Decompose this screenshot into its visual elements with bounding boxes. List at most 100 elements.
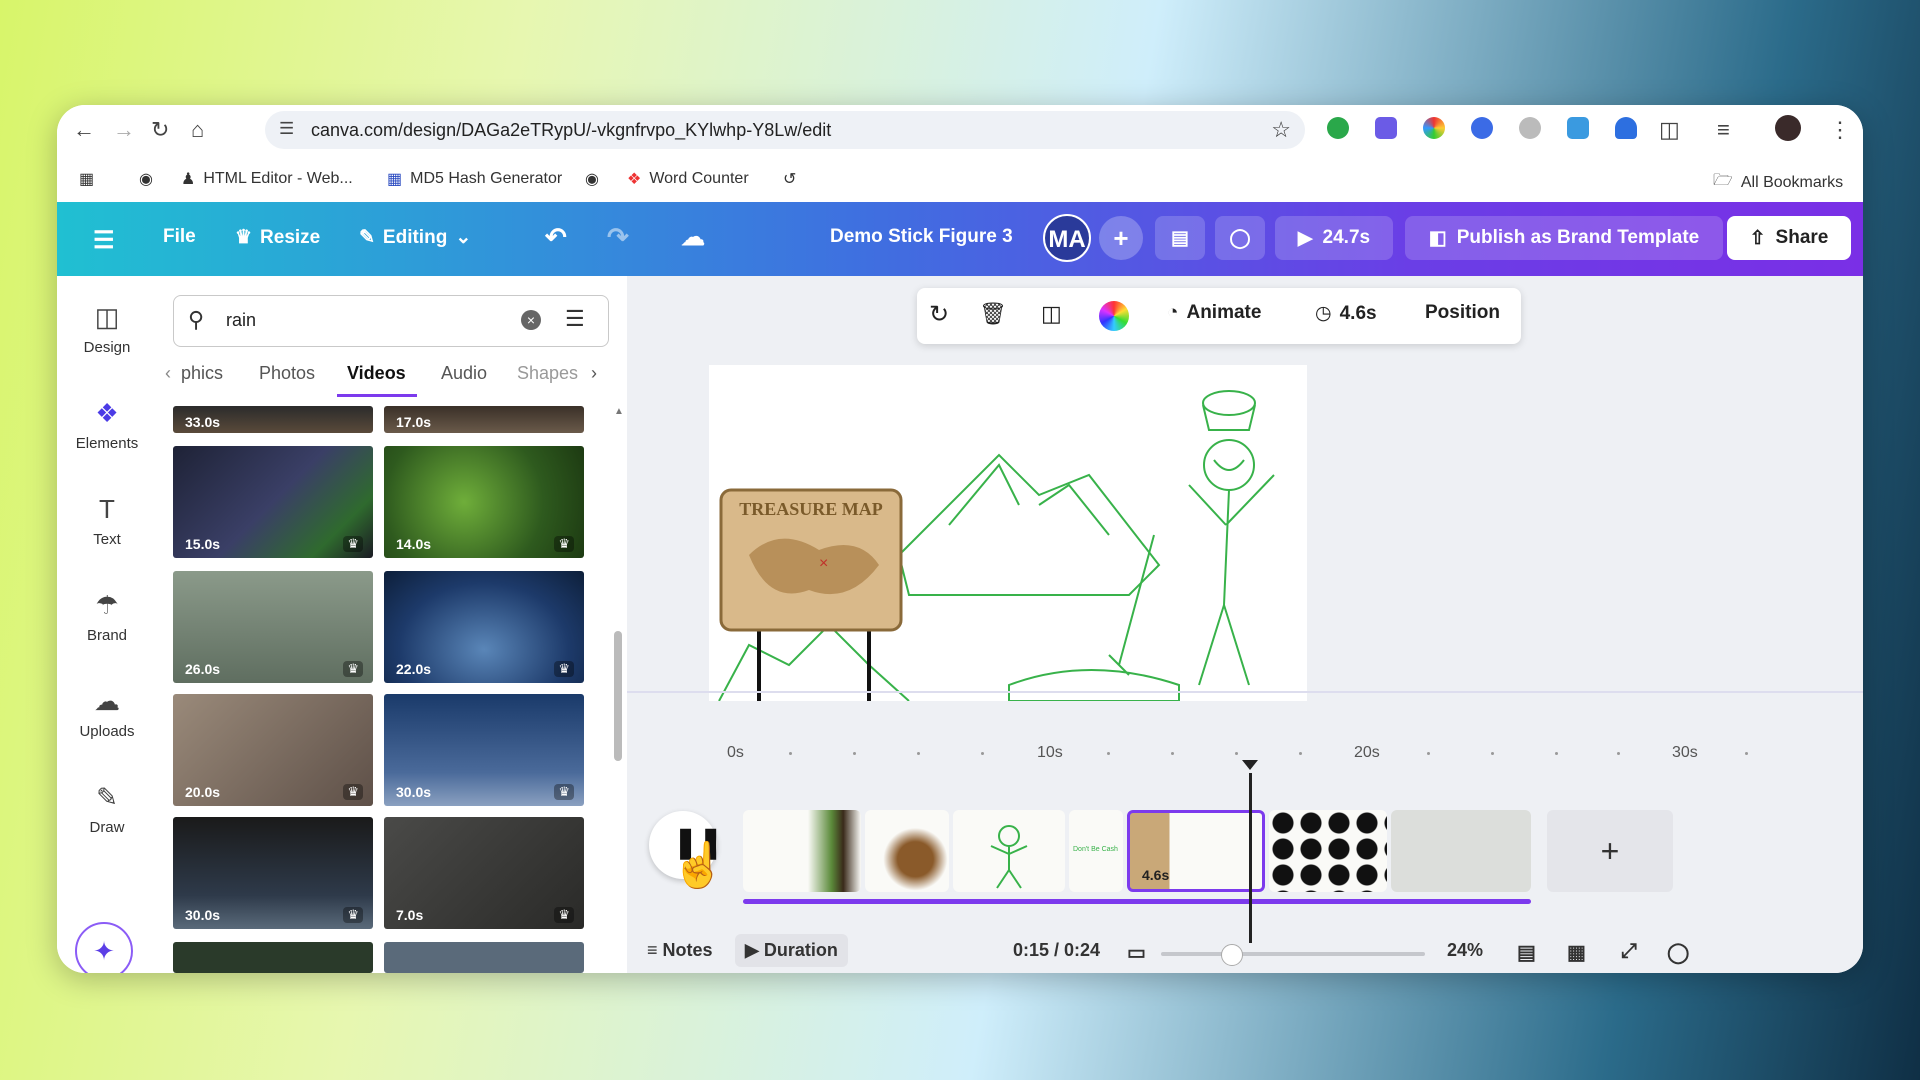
replace-icon[interactable]: ↻ [929,300,949,329]
duration-button[interactable]: ◷ 4.6s [1315,302,1377,325]
tab-shapes[interactable]: Shapes [517,363,578,384]
clear-search-icon[interactable]: × [521,310,541,330]
screen-icon[interactable]: ▭ [1127,940,1146,965]
site-settings-icon[interactable]: ☰ [279,119,294,139]
pages-view-icon[interactable]: ▤ [1517,940,1536,965]
map-extension-icon[interactable] [1567,117,1589,139]
search-field[interactable]: ⚲ rain × ☰ [173,295,609,347]
tabs-right-chevron-icon[interactable]: › [591,363,597,384]
grammarly-extension-icon[interactable] [1327,117,1349,139]
tab-videos[interactable]: Videos [347,363,406,384]
fullscreen-icon[interactable]: ⤢ [1621,940,1637,963]
editing-dropdown[interactable]: ✎ Editing ⌄ [359,226,471,249]
zoom-slider-thumb[interactable] [1221,944,1243,966]
playhead-handle[interactable] [1242,760,1258,770]
scroll-up-icon[interactable]: ▲ [614,406,624,417]
tab-graphics[interactable]: phics [181,363,223,384]
apps-grid-icon[interactable]: ▦ [79,169,94,189]
video-thumbnail[interactable]: 30.0s ♛ [384,694,584,806]
video-thumbnail[interactable] [384,942,584,973]
add-page-button[interactable]: + [1547,810,1673,892]
video-thumbnail[interactable]: 14.0s ♛ [384,446,584,558]
design-title[interactable]: Demo Stick Figure 3 [830,226,1013,248]
timeline-clip[interactable] [743,810,861,892]
duration-toggle[interactable]: ▶ Duration [735,934,848,967]
hamburger-menu-icon[interactable]: ☰ [93,226,115,255]
grid-view-icon[interactable]: ▦ [1567,940,1586,965]
puzzle-extension-icon[interactable] [1615,117,1637,139]
home-icon[interactable]: ⌂ [191,117,204,143]
animate-button[interactable]: ◔ Animate [1167,302,1261,324]
resize-button[interactable]: ♛ Resize [235,226,320,249]
history-icon[interactable]: ↺ [783,169,796,189]
share-button[interactable]: ⇧ Share [1727,216,1851,260]
profile-avatar[interactable] [1775,115,1801,141]
comments-button[interactable]: ◯ [1215,216,1265,260]
publish-brand-template-button[interactable]: ◧ Publish as Brand Template [1405,216,1723,260]
globe-bookmark-icon[interactable]: ◉ [585,169,599,189]
rail-item-brand[interactable]: ☂ Brand [57,590,157,644]
cloud-saved-icon[interactable]: ☁ [681,223,705,252]
rail-item-uploads[interactable]: ☁ Uploads [57,686,157,740]
trash-icon[interactable]: 🗑 [979,301,1007,327]
zoom-level[interactable]: 24% [1447,940,1483,961]
forward-icon[interactable]: → [113,117,135,143]
rail-item-text[interactable]: T Text [57,494,157,548]
address-bar[interactable]: ☰ canva.com/design/DAGa2eTRypU/-vkgnfrvp… [265,111,1305,149]
tab-audio[interactable]: Audio [441,363,487,384]
position-button[interactable]: Position [1425,302,1500,324]
color-extension-icon[interactable] [1423,117,1445,139]
timeline-clip[interactable]: Don't Be Cash [1069,810,1123,892]
insights-button[interactable]: ▤ [1155,216,1205,260]
more-menu-icon[interactable]: ⋮ [1829,117,1851,143]
tabs-left-chevron-icon[interactable]: ‹ [165,363,171,384]
rail-item-elements[interactable]: ❖ Elements [57,398,157,452]
video-thumbnail[interactable]: 22.0s ♛ [384,571,584,683]
present-play-button[interactable]: ▶ 24.7s [1275,216,1393,260]
video-thumbnail[interactable]: 20.0s ♛ [173,694,373,806]
bookmark-md5[interactable]: ▦ MD5 Hash Generator [387,169,562,189]
k-extension-icon[interactable] [1519,117,1541,139]
help-icon[interactable]: ◯ [1667,940,1689,965]
timeline-clip[interactable] [953,810,1065,892]
color-picker-icon[interactable] [1099,301,1129,331]
notes-button[interactable]: ≡ Notes [647,940,713,961]
panel-scrollbar[interactable]: ▲ [612,406,624,966]
timeline-clip[interactable] [1391,810,1531,892]
tab-photos[interactable]: Photos [259,363,315,384]
pause-button[interactable]: ❚❚ ☝ [649,811,726,890]
rail-item-draw[interactable]: ✎ Draw [57,782,157,836]
back-icon[interactable]: ← [73,117,95,143]
magic-sparkle-button[interactable]: ✦ [75,922,133,973]
add-collaborator-button[interactable]: + [1099,216,1143,260]
undo-icon[interactable]: ↶ [545,222,567,253]
video-thumbnail[interactable]: 33.0s [173,406,373,433]
video-thumbnail[interactable]: 7.0s ♛ [384,817,584,929]
search-extension-icon[interactable] [1471,117,1493,139]
flip-icon[interactable]: ◫ [1041,301,1062,327]
video-thumbnail[interactable] [173,942,373,973]
design-canvas[interactable]: TREASURE MAP × [709,365,1307,702]
video-thumbnail[interactable]: 15.0s ♛ [173,446,373,558]
extensions-icon[interactable]: ◫ [1659,117,1680,143]
playhead[interactable] [1249,773,1252,943]
reading-list-icon[interactable]: ≡ [1717,117,1730,143]
reload-icon[interactable]: ↻ [151,117,169,143]
timeline-clip-selected[interactable]: 4.6s [1127,810,1265,892]
video-thumbnail[interactable]: 17.0s [384,406,584,433]
bookmark-word-counter[interactable]: ❖ Word Counter [627,169,749,189]
filter-icon[interactable]: ☰ [565,306,585,332]
video-thumbnail[interactable]: 26.0s ♛ [173,571,373,683]
rail-item-design[interactable]: ◫ Design [57,302,157,356]
bookmark-star-icon[interactable]: ☆ [1271,117,1291,143]
bookmark-html-editor[interactable]: ♟ HTML Editor - Web... [181,169,353,189]
file-menu[interactable]: File [163,226,196,248]
redo-icon[interactable]: ↷ [607,222,629,253]
avatar[interactable]: MA [1043,214,1091,262]
video-thumbnail[interactable]: 30.0s ♛ [173,817,373,929]
timeline-clip[interactable] [865,810,949,892]
search-input-value[interactable]: rain [226,310,256,331]
globe-icon[interactable]: ◉ [139,169,153,189]
all-bookmarks[interactable]: 🗁 All Bookmarks [1713,169,1843,196]
d-extension-icon[interactable] [1375,117,1397,139]
